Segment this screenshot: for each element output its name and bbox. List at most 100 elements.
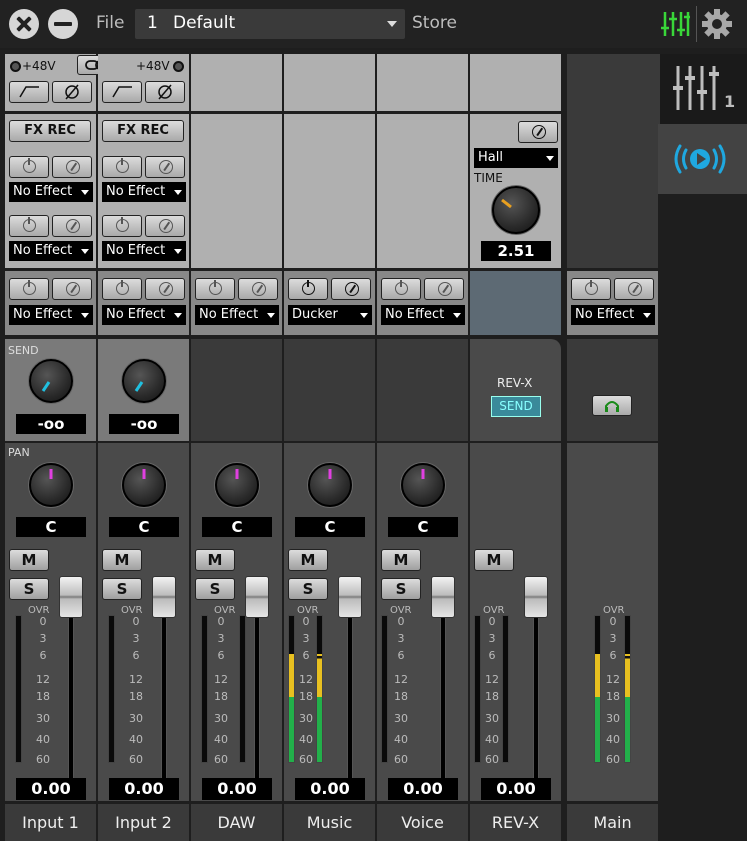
insert1-power-button[interactable] xyxy=(9,156,49,178)
insert1-edit-button[interactable] xyxy=(52,156,92,178)
level-value[interactable]: 0.00 xyxy=(481,778,551,800)
effect-select[interactable]: No Effect xyxy=(9,305,93,325)
insert2-power-button[interactable] xyxy=(102,215,142,237)
effect-select[interactable]: No Effect xyxy=(571,305,655,325)
fader-handle[interactable] xyxy=(245,576,269,618)
fx-rec-button[interactable]: FX REC xyxy=(9,120,91,142)
effect-edit-button[interactable] xyxy=(238,278,278,300)
effect-select[interactable]: No Effect xyxy=(381,305,465,325)
pan-value[interactable]: C xyxy=(388,517,458,537)
pan-knob[interactable] xyxy=(29,463,73,507)
pan-value[interactable]: C xyxy=(295,517,365,537)
store-button[interactable]: Store xyxy=(412,13,457,33)
fx-rec-button[interactable]: FX REC xyxy=(102,120,184,142)
effect-power-button[interactable] xyxy=(102,278,142,300)
effect-edit-button[interactable] xyxy=(331,278,371,300)
solo-button[interactable]: S xyxy=(195,578,235,600)
insert2-edit-button[interactable] xyxy=(52,215,92,237)
fader-handle[interactable] xyxy=(431,576,455,618)
mute-button[interactable]: M xyxy=(195,549,235,571)
insert2-select[interactable]: No Effect xyxy=(9,241,93,261)
effect-power-button[interactable] xyxy=(571,278,611,300)
scene-select[interactable]: 1 Default xyxy=(135,9,405,39)
effect-select[interactable]: No Effect xyxy=(195,305,279,325)
effect-power-button[interactable] xyxy=(288,278,328,300)
gear-icon[interactable] xyxy=(702,9,732,39)
channel-name: DAW xyxy=(191,804,282,841)
pan-value[interactable]: C xyxy=(109,517,179,537)
send-knob[interactable] xyxy=(122,359,166,403)
tab-streaming[interactable] xyxy=(658,124,747,194)
level-value[interactable]: 0.00 xyxy=(109,778,179,800)
level-value[interactable]: 0.00 xyxy=(295,778,365,800)
pan-knob[interactable] xyxy=(401,463,445,507)
level-value[interactable]: 0.00 xyxy=(388,778,458,800)
effect-power-button[interactable] xyxy=(195,278,235,300)
channel-strip-input2: +48V FX REC No Effect No Effect No Effec… xyxy=(98,54,191,841)
phase-button[interactable] xyxy=(52,81,92,103)
headphones-icon xyxy=(605,401,619,412)
main-meter-section: OVR 0 3 6 12 18 30 40 60 xyxy=(567,443,658,801)
mute-button[interactable]: M xyxy=(288,549,328,571)
effect-edit-button[interactable] xyxy=(424,278,464,300)
insert1-select[interactable]: No Effect xyxy=(102,182,186,202)
edit-icon xyxy=(532,125,546,139)
insert2-power-button[interactable] xyxy=(9,215,49,237)
phase-button[interactable] xyxy=(145,81,185,103)
time-value[interactable]: 2.51 xyxy=(481,241,551,261)
insert1-select[interactable]: No Effect xyxy=(9,182,93,202)
effect-edit-button[interactable] xyxy=(52,278,92,300)
pan-value[interactable]: C xyxy=(202,517,272,537)
send-knob[interactable] xyxy=(29,359,73,403)
fader-handle[interactable] xyxy=(338,576,362,618)
mute-button[interactable]: M xyxy=(381,549,421,571)
hpf-button[interactable] xyxy=(9,81,49,103)
insert1-edit-button[interactable] xyxy=(145,156,185,178)
level-value[interactable]: 0.00 xyxy=(16,778,86,800)
mute-button[interactable]: M xyxy=(9,549,49,571)
mute-button[interactable]: M xyxy=(474,549,514,571)
mixer-settings-icon[interactable] xyxy=(660,10,690,38)
minimize-icon[interactable] xyxy=(48,9,78,39)
effect-power-button[interactable] xyxy=(381,278,421,300)
pan-knob[interactable] xyxy=(122,463,166,507)
level-value[interactable]: 0.00 xyxy=(202,778,272,800)
insert2-edit-button[interactable] xyxy=(145,215,185,237)
send-value[interactable]: -oo xyxy=(109,414,179,434)
phantom-label[interactable]: +48V xyxy=(22,59,56,73)
solo-button[interactable]: S xyxy=(102,578,142,600)
time-label: TIME xyxy=(474,171,503,185)
file-menu[interactable]: File xyxy=(96,13,124,33)
channel-name: Voice xyxy=(377,804,468,841)
headphones-button[interactable] xyxy=(592,395,632,416)
solo-button[interactable]: S xyxy=(381,578,421,600)
meter-scale: 0 3 6 12 18 30 40 60 xyxy=(129,615,143,766)
reverb-edit-button[interactable] xyxy=(518,121,558,143)
edit-icon xyxy=(628,282,642,296)
send-value[interactable]: -oo xyxy=(16,414,86,434)
tab-mixer[interactable]: 1 xyxy=(658,54,747,124)
fader-handle[interactable] xyxy=(59,576,83,618)
revx-send-button[interactable]: SEND xyxy=(491,396,541,417)
effect-power-button[interactable] xyxy=(9,278,49,300)
phantom-label[interactable]: +48V xyxy=(136,59,170,73)
time-knob[interactable] xyxy=(492,186,540,234)
mute-button[interactable]: M xyxy=(102,549,142,571)
effect-select[interactable]: Ducker xyxy=(288,305,372,325)
pan-knob[interactable] xyxy=(215,463,259,507)
insert1-power-button[interactable] xyxy=(102,156,142,178)
effect-edit-button[interactable] xyxy=(614,278,654,300)
solo-button[interactable]: S xyxy=(9,578,49,600)
insert2-select[interactable]: No Effect xyxy=(102,241,186,261)
fader-handle[interactable] xyxy=(152,576,176,618)
hpf-button[interactable] xyxy=(102,81,142,103)
top-bar: File 1 Default Store xyxy=(0,0,747,48)
effect-select[interactable]: No Effect xyxy=(102,305,186,325)
fader-handle[interactable] xyxy=(524,576,548,618)
pan-knob[interactable] xyxy=(308,463,352,507)
solo-button[interactable]: S xyxy=(288,578,328,600)
reverb-type-select[interactable]: Hall xyxy=(474,148,558,168)
close-icon[interactable] xyxy=(9,9,39,39)
effect-edit-button[interactable] xyxy=(145,278,185,300)
pan-value[interactable]: C xyxy=(16,517,86,537)
